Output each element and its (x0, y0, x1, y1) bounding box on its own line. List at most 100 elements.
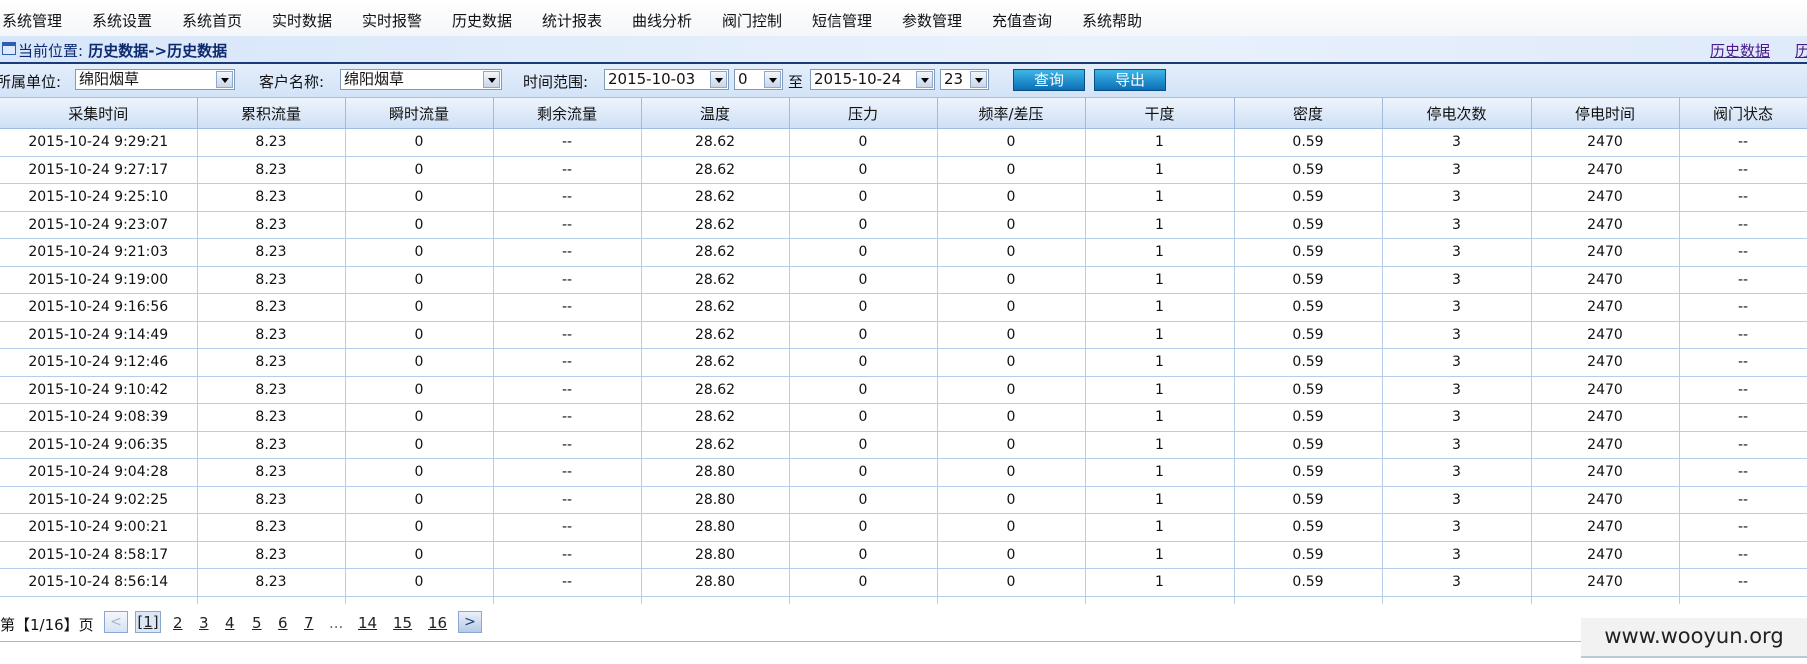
page-link[interactable]: 2 (173, 614, 183, 632)
menu-item-label: 系统首页 (182, 12, 243, 30)
cell-dryness: 1 (1085, 568, 1235, 597)
hour-to-select[interactable]: 23 (940, 69, 989, 90)
menu-item-realtime-data[interactable]: 实时数据 (272, 10, 332, 31)
history-link-partial[interactable]: 历 (1795, 40, 1807, 61)
cell-density: 0.59 (1234, 513, 1383, 542)
cell-collect-time: 2015-10-24 9:16:56 (0, 293, 198, 322)
current-page[interactable]: [1] (135, 611, 161, 633)
customer-select[interactable]: 绵阳烟草 (340, 69, 502, 90)
cell-temperature: 28.62 (641, 238, 790, 267)
menu-item-label: 参数管理 (902, 12, 963, 30)
menu-item-home[interactable]: 系统首页 (182, 10, 242, 31)
menu-item-label: 系统帮助 (1082, 12, 1143, 30)
cell-remaining-flow: -- (493, 156, 642, 184)
cell-instant-flow: 0 (345, 376, 494, 404)
table-row: 2015-10-24 9:06:35 8.23 0 -- 28.62 0 0 1 0.59 3 24… (0, 431, 1807, 459)
watermark: www.wooyun.org (1581, 618, 1807, 658)
chevron-down-icon[interactable] (483, 71, 500, 88)
cell-dryness: 1 (1085, 348, 1235, 377)
cell-temperature: 28.62 (641, 266, 790, 294)
cell-cumulative-flow: 8.23 (197, 431, 346, 459)
cell-valve-status: -- (1679, 183, 1807, 212)
cell-instant-flow: 0 (345, 238, 494, 267)
query-button[interactable]: 查询 (1013, 69, 1085, 91)
prev-page-button[interactable]: < (104, 611, 128, 633)
cell-density: 0.59 (1234, 376, 1383, 404)
menu-item-sms[interactable]: 短信管理 (812, 10, 872, 31)
window-icon (2, 42, 16, 55)
menu-item-system-admin[interactable]: 系统管理 (2, 10, 62, 31)
page-link[interactable]: 7 (304, 614, 314, 632)
cell-frequency-diff-pressure: 0 (937, 211, 1086, 239)
cell-cumulative-flow: 8.23 (197, 568, 346, 597)
cell-temperature: 28.62 (641, 321, 790, 349)
cell-frequency-diff-pressure: 0 (937, 458, 1086, 487)
history-data-link[interactable]: 历史数据 (1710, 40, 1770, 61)
menu-item-realtime-alarm[interactable]: 实时报警 (362, 10, 422, 31)
page-link[interactable]: 5 (252, 614, 262, 632)
menu-item-curve-analysis[interactable]: 曲线分析 (632, 10, 692, 31)
menu-item-recharge[interactable]: 充值查询 (992, 10, 1052, 31)
menu-item-stat-report[interactable]: 统计报表 (542, 10, 602, 31)
table-row: 2015-10-24 9:19:00 8.23 0 -- 28.62 0 0 1 0.59 3 24… (0, 266, 1807, 294)
cell-remaining-flow: -- (493, 238, 642, 267)
page-link[interactable]: 15 (393, 614, 412, 632)
cell-outage-count: 3 (1382, 321, 1532, 349)
cell-density: 0.59 (1234, 541, 1383, 569)
chevron-down-icon[interactable] (970, 71, 987, 88)
unit-select[interactable]: 绵阳烟草 (75, 69, 235, 90)
cell-instant-flow: 0 (345, 293, 494, 322)
cell-remaining-flow: -- (493, 513, 642, 542)
menu-item-valve-control[interactable]: 阀门控制 (722, 10, 782, 31)
date-to-select[interactable]: 2015-10-24 (810, 69, 935, 90)
cell-frequency-diff-pressure: 0 (937, 513, 1086, 542)
date-from-select[interactable]: 2015-10-03 (604, 69, 729, 90)
cell-valve-status: -- (1679, 541, 1807, 569)
menu-item-label: 统计报表 (542, 12, 603, 30)
cell-dryness: 1 (1085, 156, 1235, 184)
cell-density: 0.59 (1234, 348, 1383, 377)
page-link[interactable]: 14 (358, 614, 377, 632)
cell-collect-time: 2015-10-24 8:58:17 (0, 541, 198, 569)
page-link[interactable]: 6 (278, 614, 288, 632)
cell-pressure: 0 (789, 403, 938, 432)
cell-cumulative-flow: 8.23 (197, 183, 346, 212)
cell-valve-status: -- (1679, 403, 1807, 432)
cell-valve-status: -- (1679, 431, 1807, 459)
cell-remaining-flow: -- (493, 211, 642, 239)
cell-density: 0.59 (1234, 321, 1383, 349)
next-page-button[interactable]: > (458, 611, 482, 633)
cell-dryness: 1 (1085, 183, 1235, 212)
chevron-down-icon[interactable] (916, 71, 933, 88)
chevron-down-icon[interactable] (764, 71, 781, 88)
table-row: 2015-10-24 9:08:39 8.23 0 -- 28.62 0 0 1 0.59 3 24… (0, 403, 1807, 432)
cell-dryness: 1 (1085, 513, 1235, 542)
cell-cumulative-flow: 8.23 (197, 128, 346, 157)
menu-item-help[interactable]: 系统帮助 (1082, 10, 1142, 31)
table-row: 2015-10-24 9:21:03 8.23 0 -- 28.62 0 0 1 0.59 3 24… (0, 238, 1807, 267)
cell-valve-status: -- (1679, 211, 1807, 239)
cell-temperature: 28.62 (641, 156, 790, 184)
page-indicator: 第【1/16】页 (0, 616, 94, 634)
cell-density: 0.59 (1234, 128, 1383, 157)
cell-outage-count (1382, 596, 1532, 604)
menu-item-system-settings[interactable]: 系统设置 (92, 10, 152, 31)
cell-temperature: 28.80 (641, 513, 790, 542)
menu-item-params[interactable]: 参数管理 (902, 10, 962, 31)
page-link[interactable]: 3 (199, 614, 209, 632)
cell-frequency-diff-pressure: 0 (937, 431, 1086, 459)
page-link[interactable]: 4 (225, 614, 235, 632)
chevron-down-icon[interactable] (710, 71, 727, 88)
cell-pressure: 0 (789, 293, 938, 322)
cell-outage-count: 3 (1382, 486, 1532, 514)
export-button[interactable]: 导出 (1094, 69, 1166, 91)
hour-from-select[interactable]: 0 (734, 69, 783, 90)
cell-collect-time: 2015-10-24 9:04:28 (0, 458, 198, 487)
page-link[interactable]: 16 (428, 614, 447, 632)
cell-remaining-flow: -- (493, 128, 642, 157)
cell-cumulative-flow: 8.23 (197, 458, 346, 487)
menu-item-history-data[interactable]: 历史数据 (452, 10, 512, 31)
cell-dryness: 1 (1085, 541, 1235, 569)
cell-density (1234, 596, 1383, 604)
chevron-down-icon[interactable] (216, 71, 233, 88)
